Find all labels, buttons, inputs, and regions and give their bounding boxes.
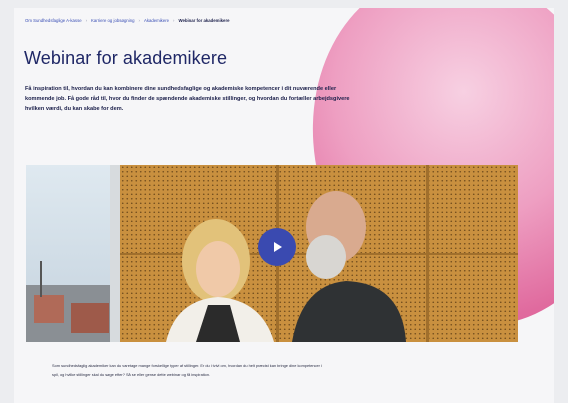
breadcrumb-link-home[interactable]: Om Sundhedsfaglige A-kasse xyxy=(25,18,82,23)
play-icon xyxy=(274,242,282,252)
breadcrumb-current: Webinar for akademikere xyxy=(178,18,230,23)
video-player[interactable] xyxy=(26,165,518,342)
breadcrumb-link-karriere[interactable]: Karriere og jobsøgning xyxy=(91,18,134,23)
page-title: Webinar for akademikere xyxy=(24,48,228,68)
intro-paragraph: Få inspiration til, hvordan du kan kombi… xyxy=(25,86,350,112)
breadcrumb-separator: › xyxy=(173,18,175,23)
body-paragraph: Som sundhedsfaglig akademiker kan du var… xyxy=(52,363,322,377)
page: Om Sundhedsfaglige A-kasse › Karriere og j… xyxy=(14,8,554,403)
breadcrumb: Om Sundhedsfaglige A-kasse › Karriere og j… xyxy=(25,18,230,23)
breadcrumb-link-akademikere[interactable]: Akademikere xyxy=(144,18,169,23)
breadcrumb-separator: › xyxy=(138,18,140,23)
play-button[interactable] xyxy=(258,228,296,266)
breadcrumb-separator: › xyxy=(85,18,88,23)
